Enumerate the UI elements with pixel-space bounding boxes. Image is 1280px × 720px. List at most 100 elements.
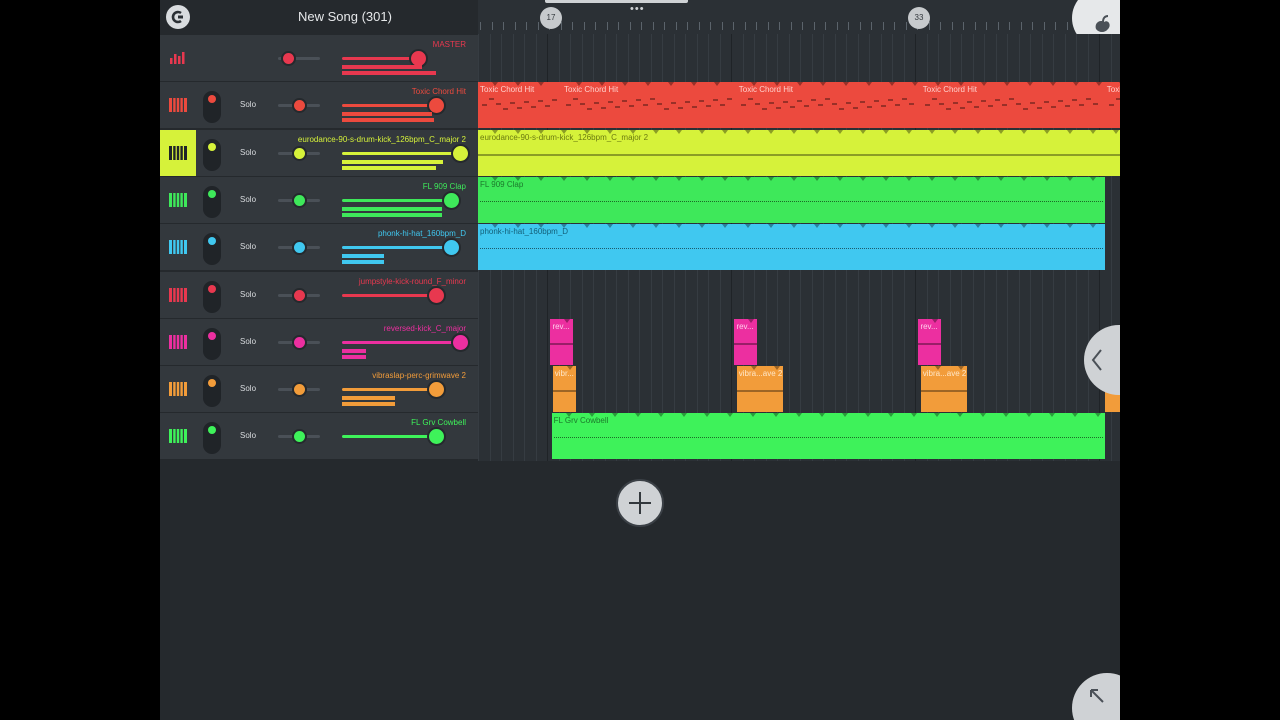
solo-button[interactable]: Solo [240, 242, 256, 251]
piano-icon[interactable] [160, 224, 196, 270]
playlist-clip[interactable]: vibra...ave 2 [736, 366, 783, 413]
mute-toggle[interactable] [203, 422, 221, 455]
piano-icon[interactable] [160, 272, 196, 318]
channel-row[interactable]: Toxic Chord Hit Solo [160, 82, 478, 130]
fl-back-icon[interactable] [166, 5, 190, 29]
channel-row[interactable]: eurodance-90-s-drum-kick_126bpm_C_major … [160, 129, 478, 177]
playlist-clip[interactable]: vibr... [552, 366, 576, 413]
drag-handle[interactable] [545, 0, 688, 3]
solo-button[interactable]: Solo [240, 195, 256, 204]
mute-toggle[interactable] [203, 91, 221, 124]
clip-note [1015, 103, 1021, 106]
playlist-clip[interactable]: Toxic Chord Hit [478, 82, 562, 129]
piano-icon[interactable] [160, 413, 196, 459]
piano-icon[interactable] [160, 177, 196, 223]
channel-name: jumpstyle-kick-round_F_minor [358, 276, 466, 286]
timeline-ruler[interactable]: 17 33 [478, 0, 1120, 34]
channel-row[interactable]: phonk-hi-hat_160bpm_D Solo [160, 224, 478, 272]
pan-knob[interactable] [293, 289, 305, 301]
solo-button[interactable]: Solo [240, 337, 256, 346]
volume-knob[interactable] [428, 382, 444, 398]
clip-notch [703, 413, 710, 418]
volume-slider-track[interactable] [342, 340, 460, 344]
playlist-clip[interactable]: phonk-hi-hat_160bpm_D [478, 224, 1105, 271]
channel-row[interactable]: FL Grv Cowbell Solo [160, 413, 478, 461]
playlist-clip[interactable]: FL Grv Cowbell [551, 413, 1105, 460]
solo-button[interactable]: Solo [240, 431, 256, 440]
pan-knob[interactable] [293, 431, 305, 443]
more-menu-icon[interactable]: ••• [630, 3, 645, 15]
volume-knob[interactable] [444, 192, 460, 208]
playlist-area[interactable]: Toxic Chord Hit Toxic Chord Hit Toxic Chor… [478, 34, 1120, 461]
playlist-clip[interactable]: eurodance-90-s-drum-kick_126bpm_C_major … [478, 129, 1120, 176]
playlist-clip[interactable]: vibra...ave 2 [920, 366, 967, 413]
pan-knob[interactable] [293, 384, 305, 396]
playlist-clip[interactable]: Toxic Chord Hit [561, 82, 737, 129]
clip-notch [860, 224, 866, 229]
volume-slider-track[interactable] [342, 435, 437, 439]
piano-icon[interactable] [160, 82, 196, 128]
volume-knob[interactable] [411, 51, 427, 66]
pan-knob[interactable] [293, 147, 305, 159]
pan-knob[interactable] [293, 194, 305, 206]
volume-knob[interactable] [428, 98, 444, 114]
pan-knob[interactable] [293, 242, 305, 254]
mute-toggle[interactable] [203, 280, 221, 313]
volume-slider-track[interactable] [342, 293, 437, 297]
mute-toggle[interactable] [203, 327, 221, 360]
piano-icon[interactable] [160, 129, 196, 176]
clip-notch [956, 413, 963, 418]
channel-row[interactable]: vibraslap-perc-grimwave 2 Solo [160, 366, 478, 414]
pan-knob[interactable] [283, 53, 294, 64]
volume-slider-track[interactable] [342, 104, 437, 108]
channel-row[interactable]: jumpstyle-kick-round_F_minor Solo [160, 271, 478, 319]
volume-knob[interactable] [452, 334, 468, 350]
volume-slider-track[interactable] [342, 151, 460, 155]
piano-icon[interactable] [160, 319, 196, 365]
resize-button[interactable] [1072, 673, 1120, 720]
mixer-bars-icon[interactable] [160, 35, 196, 81]
song-title[interactable]: New Song (301) [298, 9, 392, 24]
playlist-clip[interactable]: Toxic Chord Hit [736, 82, 921, 129]
clip-notch [713, 82, 720, 87]
piano-icon[interactable] [160, 366, 196, 412]
mute-toggle[interactable] [203, 375, 221, 408]
volume-slider-track[interactable] [342, 57, 419, 60]
add-track-button[interactable] [616, 479, 664, 527]
playlist-clip[interactable]: Toxic Chord Hit [920, 82, 1105, 129]
solo-button[interactable]: Solo [240, 100, 256, 109]
clip-waveform [480, 248, 1103, 250]
bar-marker-17[interactable]: 17 [540, 7, 562, 29]
playlist-clip[interactable]: rev... [734, 318, 758, 365]
volume-knob[interactable] [452, 145, 468, 161]
volume-slider-track[interactable] [342, 198, 452, 202]
mute-toggle[interactable] [203, 185, 221, 218]
level-meter [342, 206, 443, 211]
clip-waveform [920, 390, 967, 393]
channel-row[interactable]: MASTER [160, 35, 478, 82]
volume-slider-track[interactable] [342, 246, 452, 250]
playlist-clip[interactable]: rev... [918, 318, 942, 365]
clip-notch [1021, 129, 1027, 134]
channel-row[interactable]: reversed-kick_C_major Solo [160, 318, 478, 366]
clip-notch [653, 224, 659, 229]
playlist-clip[interactable]: Toxi [1104, 82, 1120, 129]
solo-button[interactable]: Solo [240, 384, 256, 393]
volume-knob[interactable] [428, 287, 444, 303]
pan-knob[interactable] [293, 100, 305, 112]
mute-toggle[interactable] [203, 233, 221, 266]
pan-knob[interactable] [293, 336, 305, 348]
clip-note [817, 104, 823, 107]
volume-knob[interactable] [428, 429, 444, 445]
ruler-tick [675, 22, 677, 30]
playlist-clip[interactable]: rev... [550, 318, 574, 365]
volume-knob[interactable] [444, 240, 460, 256]
solo-button[interactable]: Solo [240, 148, 256, 157]
mute-toggle[interactable] [203, 138, 221, 171]
channel-row[interactable]: FL 909 Clap Solo [160, 176, 478, 224]
bar-marker-33[interactable]: 33 [908, 7, 930, 29]
volume-slider-track[interactable] [342, 388, 437, 392]
playlist-clip[interactable]: FL 909 Clap [478, 176, 1105, 223]
ruler-tick [1043, 22, 1045, 30]
solo-button[interactable]: Solo [240, 290, 256, 299]
